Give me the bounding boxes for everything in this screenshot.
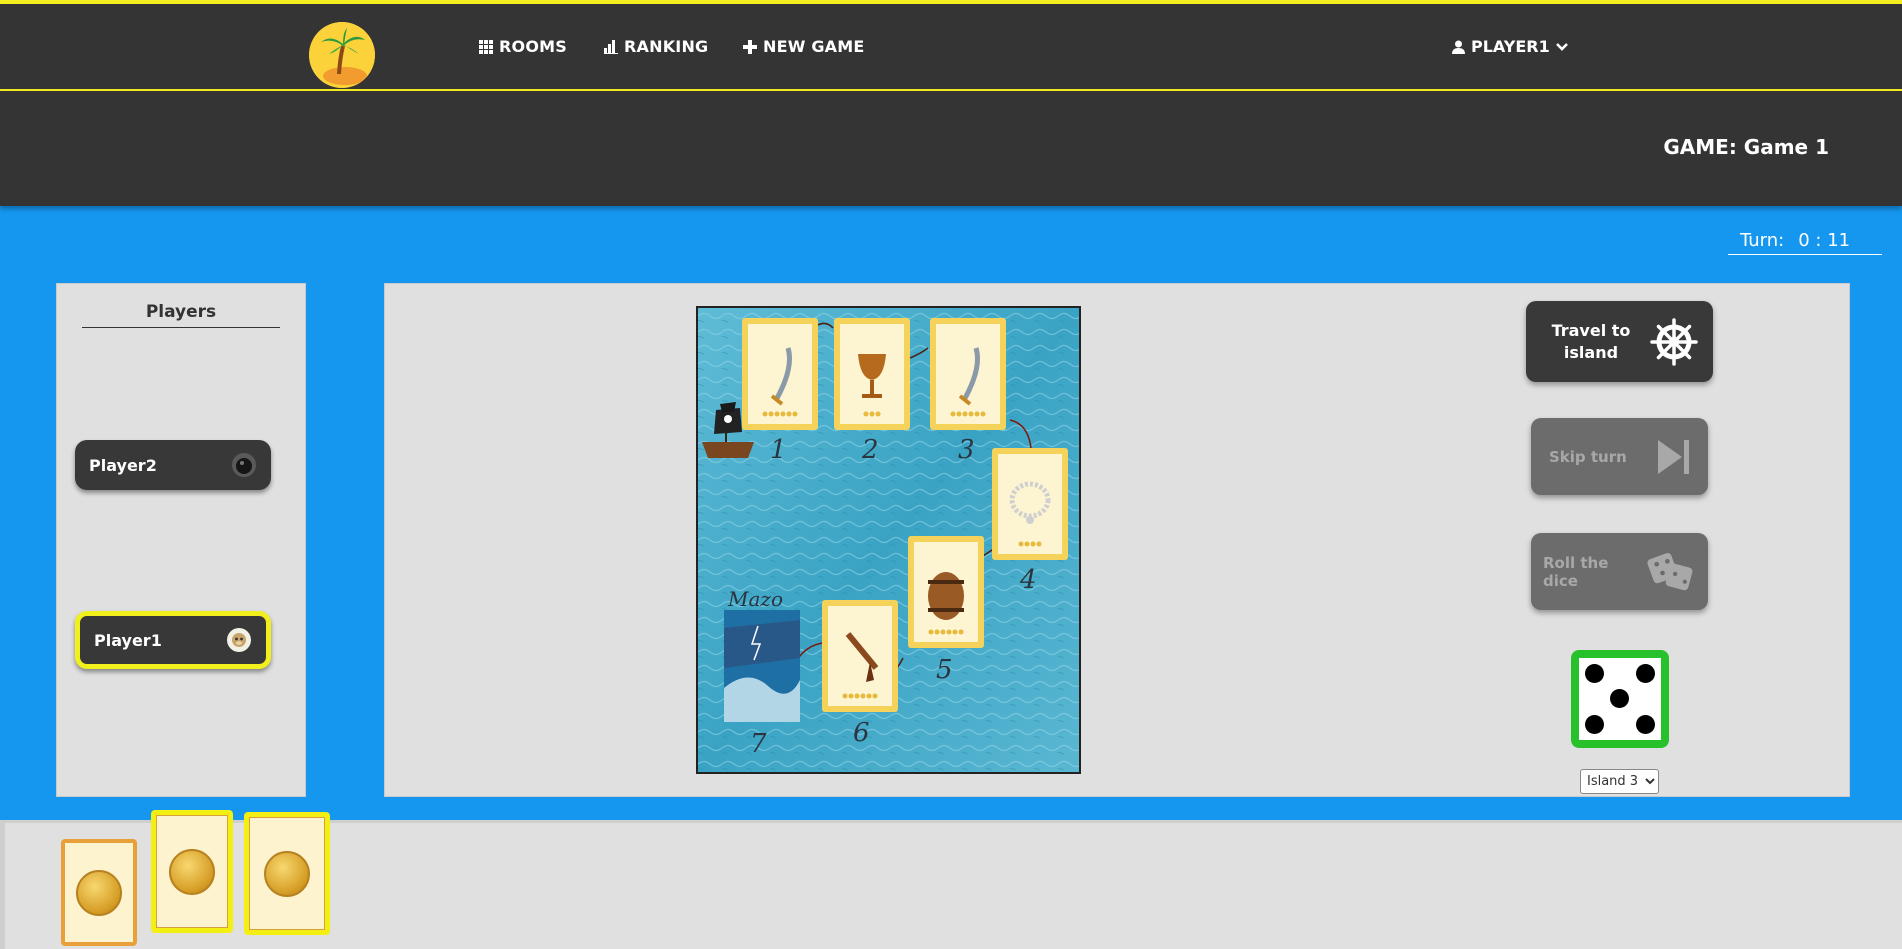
- island-card-6[interactable]: [822, 600, 898, 712]
- island-card-4[interactable]: [992, 448, 1068, 560]
- dice-pip: [1585, 664, 1604, 683]
- players-panel: Players Player2 Player1: [56, 283, 306, 797]
- nav-rooms-label: ROOMS: [499, 37, 567, 56]
- nav-ranking-label: RANKING: [624, 37, 709, 56]
- top-navbar: ROOMS RANKING NEW GAME PLAYER1: [0, 0, 1902, 91]
- dice-result: [1571, 650, 1669, 748]
- player-name: Player2: [89, 455, 157, 475]
- game-title: GAME: Game 1: [1663, 135, 1829, 159]
- player1-avatar-icon: [227, 628, 251, 652]
- island-card-1[interactable]: [742, 318, 818, 430]
- deck-card[interactable]: [724, 610, 800, 722]
- turn-time: 0 : 11: [1798, 230, 1851, 251]
- ranking-icon: [604, 39, 618, 54]
- island-select[interactable]: Island 3: [1580, 769, 1659, 794]
- dice-face: [1579, 658, 1661, 740]
- roll-label: Roll the dice: [1543, 553, 1609, 590]
- hand-card-doubloon[interactable]: [244, 812, 330, 935]
- palm-island-logo[interactable]: [309, 22, 375, 88]
- nav-rooms[interactable]: ROOMS: [479, 37, 567, 56]
- dice-pip: [1636, 715, 1655, 734]
- travel-to-island-button[interactable]: Travel to island: [1526, 301, 1713, 382]
- nav-new-game-label: NEW GAME: [763, 37, 865, 56]
- ship-wheel-icon: [1650, 317, 1698, 366]
- island-card-3[interactable]: [930, 318, 1006, 430]
- dice-pip: [1585, 715, 1604, 734]
- player2-avatar-icon: [232, 453, 256, 477]
- user-menu-label: PLAYER1: [1471, 37, 1550, 56]
- card-number-1: 1: [770, 435, 787, 465]
- player-card-player1[interactable]: Player1: [75, 611, 271, 669]
- player-name: Player1: [94, 630, 162, 650]
- chevron-down-icon: [1555, 42, 1568, 51]
- card-number-3: 3: [958, 435, 975, 465]
- travel-label: Travel to island: [1551, 320, 1631, 362]
- player-hand: [0, 810, 1902, 949]
- deck-label: Mazo: [727, 587, 783, 611]
- nav-ranking[interactable]: RANKING: [604, 37, 708, 56]
- roll-dice-button[interactable]: Roll the dice: [1531, 533, 1708, 610]
- skip-label: Skip turn: [1549, 447, 1627, 466]
- card-number-2: 2: [861, 435, 879, 465]
- doubloon-icon: [76, 869, 122, 916]
- game-header: GAME: Game 1: [0, 91, 1902, 206]
- island-card-5[interactable]: [908, 536, 984, 648]
- nav-new-game[interactable]: NEW GAME: [743, 37, 865, 56]
- dice-icon: [1646, 552, 1692, 590]
- turn-label: Turn:: [1740, 230, 1785, 251]
- game-board: 1 2 3 4 5 6 7 Mazo: [696, 306, 1081, 774]
- plus-icon: [743, 39, 757, 54]
- doubloon-icon: [264, 850, 310, 897]
- card-number-4: 4: [1019, 565, 1037, 595]
- doubloon-icon: [169, 848, 215, 895]
- island-card-2[interactable]: [834, 318, 910, 430]
- user-menu[interactable]: PLAYER1: [1452, 37, 1568, 56]
- user-icon: [1452, 40, 1465, 54]
- grid-icon: [479, 39, 493, 54]
- dice-pip: [1636, 664, 1655, 683]
- skip-icon: [1658, 439, 1689, 474]
- card-number-6: 6: [853, 718, 870, 748]
- hand-card-doubloon[interactable]: [151, 810, 233, 933]
- skip-turn-button[interactable]: Skip turn: [1531, 418, 1708, 495]
- dice-pip: [1610, 689, 1629, 708]
- players-title: Players: [82, 302, 280, 328]
- turn-timer: Turn: 0 : 11: [1728, 230, 1882, 255]
- card-number-5: 5: [936, 655, 953, 685]
- player-card-player2[interactable]: Player2: [75, 440, 271, 490]
- hand-card-doubloon[interactable]: [61, 839, 137, 946]
- card-number-7: 7: [750, 729, 767, 759]
